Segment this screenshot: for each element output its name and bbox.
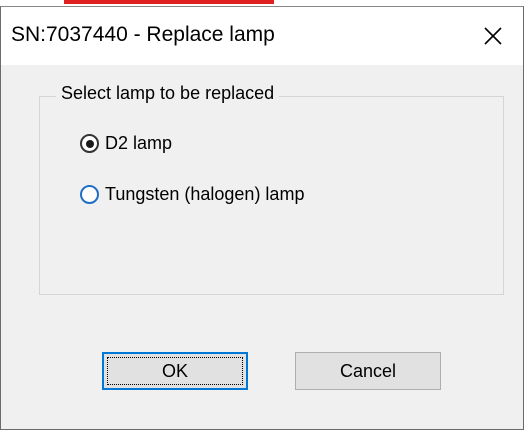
radio-tungsten-lamp[interactable]: Tungsten (halogen) lamp [80,184,304,205]
radio-label-d2-lamp: D2 lamp [105,133,173,153]
radio-d2-lamp[interactable]: D2 lamp [80,133,172,154]
close-button[interactable] [463,7,523,65]
close-icon [484,27,502,45]
cancel-button-label: Cancel [339,360,397,381]
radio-unchecked-icon[interactable] [80,185,99,204]
title-bar: SN:7037440 - Replace lamp [1,7,523,65]
cancel-button[interactable]: Cancel [295,352,441,390]
ok-button[interactable]: OK [102,352,248,390]
screen: SN:7037440 - Replace lamp Select lamp to… [0,0,526,430]
background-red-strip [64,0,274,4]
radio-label-tungsten-lamp: Tungsten (halogen) lamp [105,184,305,204]
dialog-title: SN:7037440 - Replace lamp [11,23,275,46]
group-legend: Select lamp to be replaced [56,83,280,104]
radio-checked-icon[interactable] [80,134,99,153]
focus-rectangle [107,357,243,385]
